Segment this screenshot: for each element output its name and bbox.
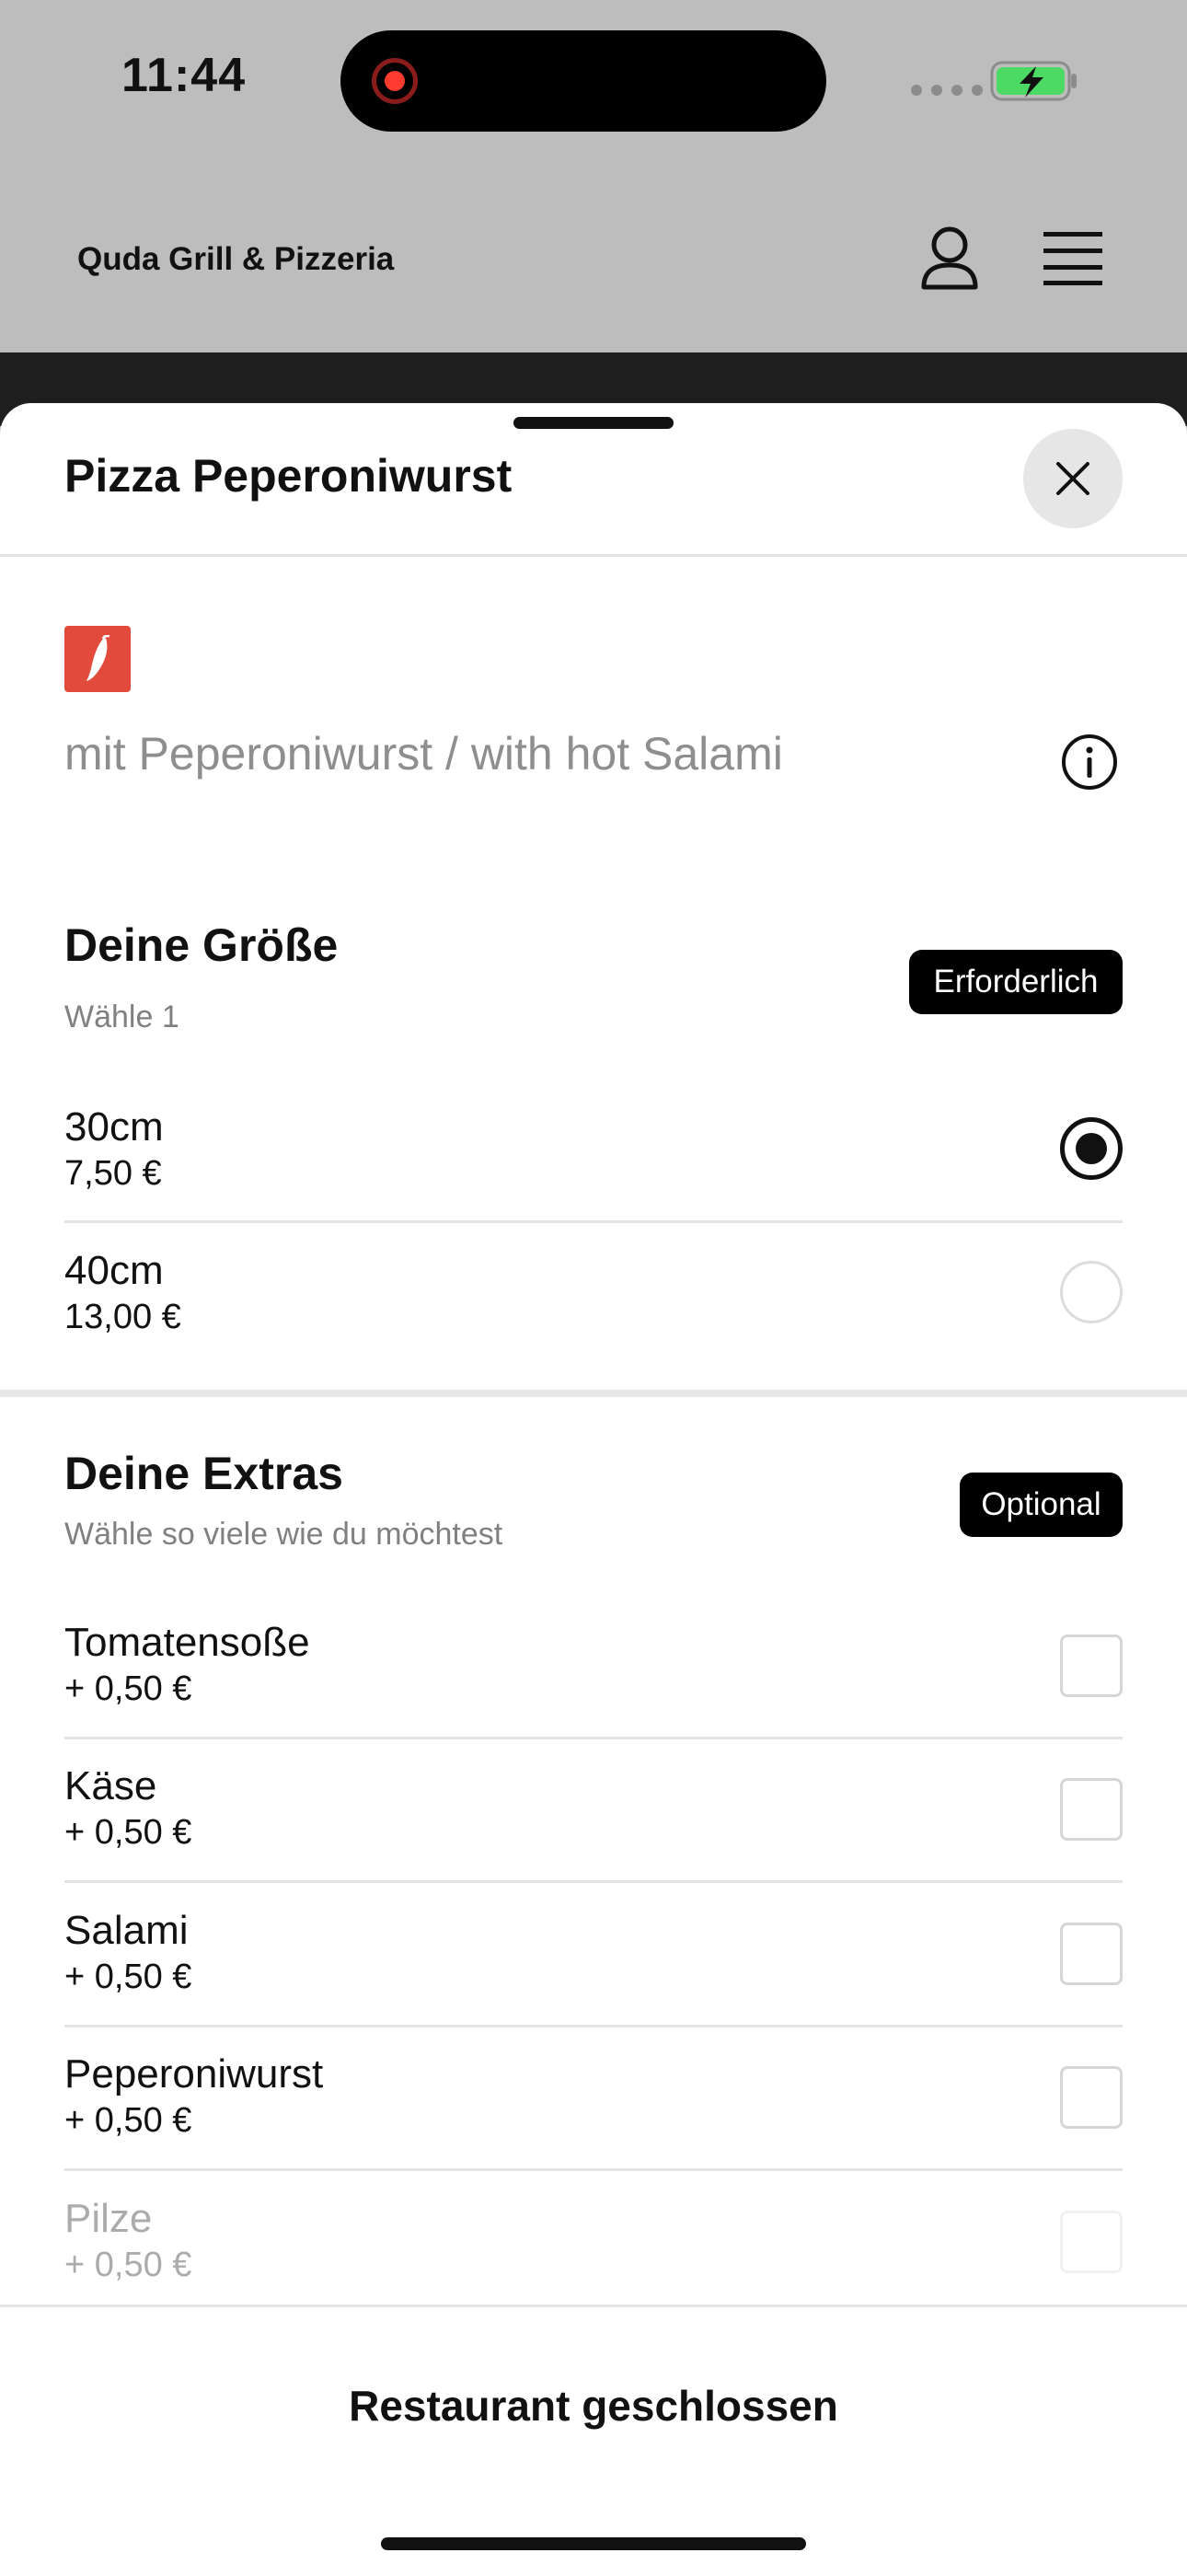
profile-icon[interactable] (916, 225, 983, 291)
restaurant-name[interactable]: Quda Grill & Pizzeria (77, 241, 394, 278)
extras-section-subtitle: Wähle so viele wie du möchtest (64, 1517, 503, 1552)
size-option-price: 13,00 € (64, 1298, 181, 1336)
divider (64, 1880, 1123, 1883)
divider (64, 1737, 1123, 1739)
product-sheet: Pizza Peperoniwurst mit Peperoniwurst / … (0, 403, 1187, 2573)
extra-checkbox[interactable] (1060, 2211, 1123, 2273)
close-icon (1056, 462, 1089, 495)
extra-checkbox[interactable] (1060, 2066, 1123, 2129)
divider (0, 554, 1187, 557)
optional-badge: Optional (960, 1473, 1123, 1537)
extra-option-price: + 0,50 € (64, 1669, 192, 1708)
divider (64, 2168, 1123, 2171)
size-option-name[interactable]: 30cm (64, 1104, 164, 1150)
size-radio[interactable] (1060, 1261, 1123, 1323)
size-radio-selected[interactable] (1060, 1117, 1123, 1180)
size-option-name[interactable]: 40cm (64, 1248, 164, 1294)
info-icon[interactable] (1060, 733, 1119, 791)
spicy-badge (64, 626, 131, 692)
product-title: Pizza Peperoniwurst (64, 450, 513, 502)
extra-option-price: + 0,50 € (64, 2246, 192, 2284)
recording-icon (372, 58, 418, 104)
battery-charging-icon (990, 61, 1077, 101)
extra-option-price: + 0,50 € (64, 2101, 192, 2140)
chili-icon (86, 635, 110, 681)
footer-bar: Restaurant geschlossen (0, 2305, 1187, 2576)
section-divider (0, 1390, 1187, 1397)
size-section-title: Deine Größe (64, 919, 339, 971)
extra-checkbox[interactable] (1060, 1778, 1123, 1841)
extra-checkbox[interactable] (1060, 1635, 1123, 1697)
signal-icon (911, 85, 983, 96)
extra-option-name[interactable]: Salami (64, 1908, 189, 1954)
hamburger-menu-icon[interactable] (1043, 230, 1102, 287)
home-indicator[interactable] (381, 2537, 806, 2550)
close-button[interactable] (1023, 429, 1123, 528)
extras-section-title: Deine Extras (64, 1448, 343, 1499)
divider (64, 2025, 1123, 2027)
extra-option-price: + 0,50 € (64, 1958, 192, 1996)
extra-option-price: + 0,50 € (64, 1813, 192, 1852)
dynamic-island (340, 30, 826, 132)
size-section-subtitle: Wähle 1 (64, 999, 179, 1034)
extra-option-name[interactable]: Tomatensoße (64, 1620, 310, 1666)
sheet-grabber[interactable] (513, 417, 674, 429)
extra-option-name[interactable]: Käse (64, 1763, 156, 1809)
size-option-price: 7,50 € (64, 1154, 162, 1193)
status-time: 11:44 (121, 49, 247, 102)
extra-option-name[interactable]: Pilze (64, 2196, 152, 2242)
required-badge: Erforderlich (909, 950, 1123, 1014)
extra-checkbox[interactable] (1060, 1923, 1123, 1985)
restaurant-closed-label: Restaurant geschlossen (349, 2382, 838, 2430)
extra-option-name[interactable]: Peperoniwurst (64, 2051, 323, 2097)
divider (64, 1220, 1123, 1223)
product-description: mit Peperoniwurst / with hot Salami (64, 728, 783, 780)
